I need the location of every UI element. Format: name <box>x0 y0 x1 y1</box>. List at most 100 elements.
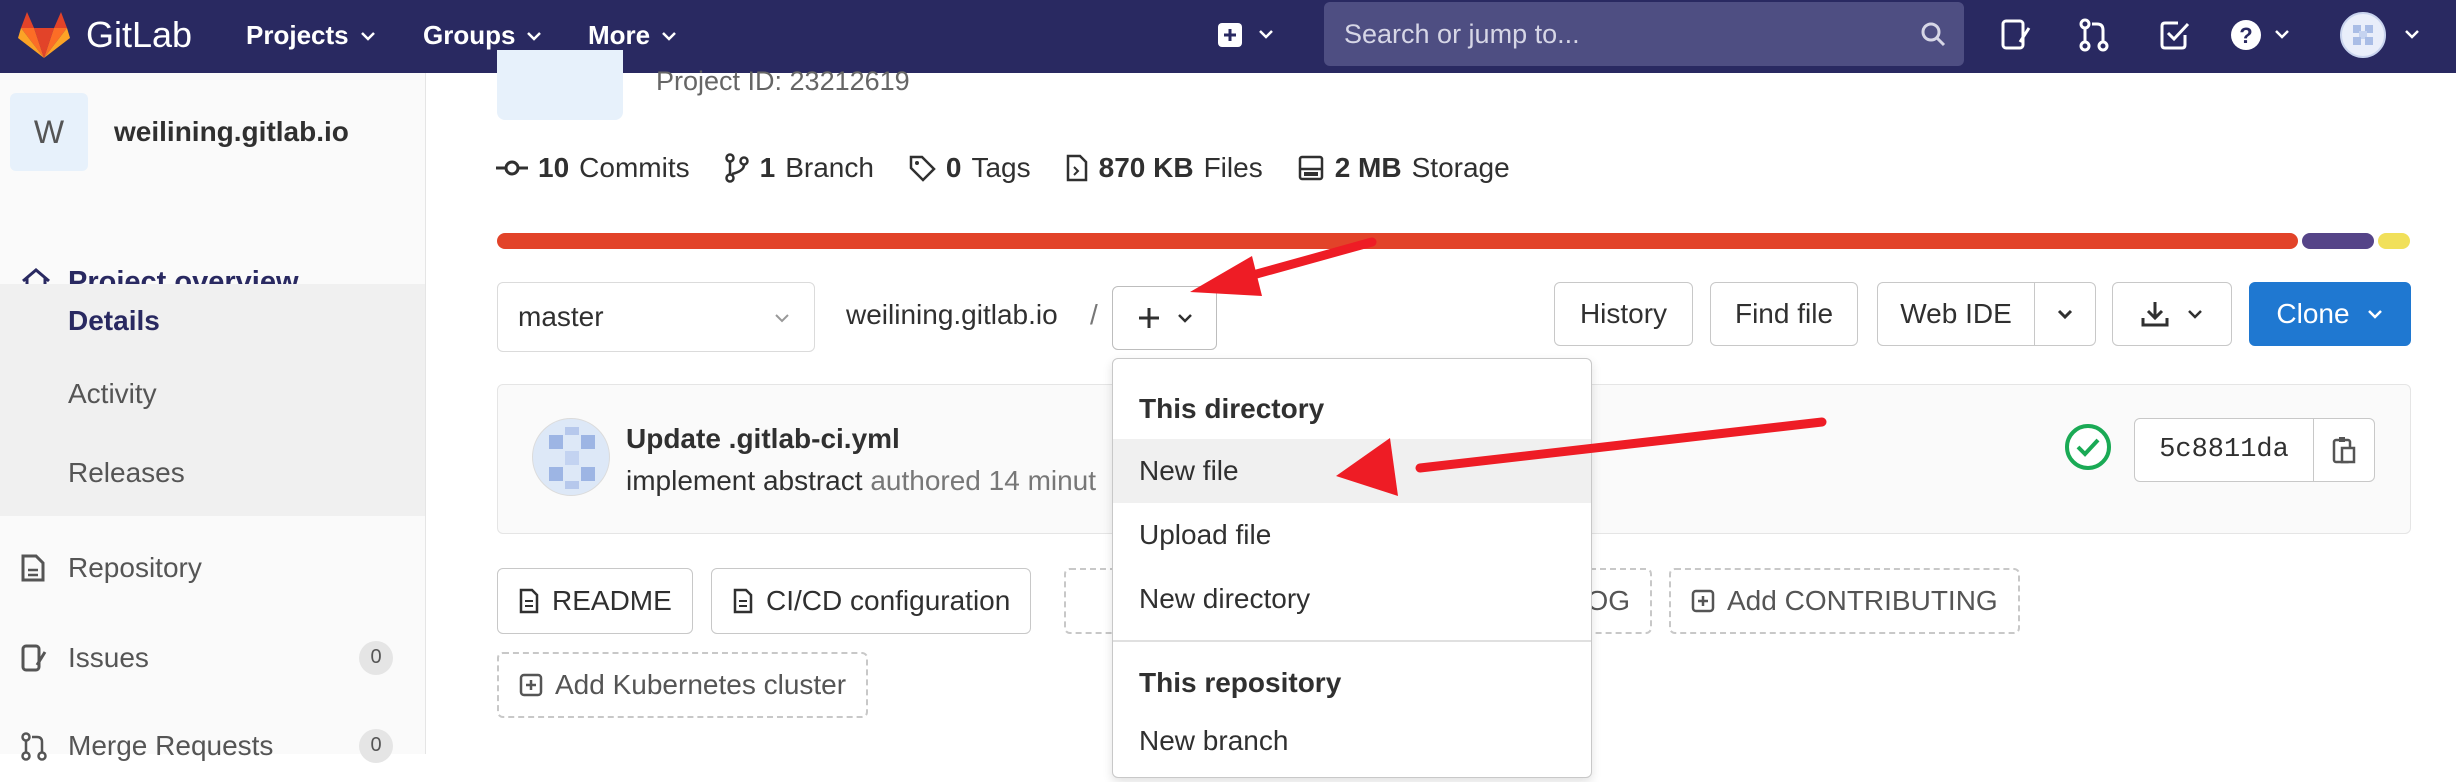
pipeline-passed-icon[interactable] <box>2063 422 2113 472</box>
chevron-down-icon <box>2188 310 2202 319</box>
search-icon <box>1921 22 1946 47</box>
readme-button-label: README <box>552 585 672 616</box>
sidebar-item-details[interactable]: Details <box>0 284 425 357</box>
stat-label: Tags <box>971 152 1031 183</box>
commit-author[interactable]: implement abstract <box>626 465 863 496</box>
download-icon <box>2141 302 2169 327</box>
sidebar-item-merge-requests[interactable]: Merge Requests 0 <box>0 709 425 782</box>
sidebar-item-activity[interactable]: Activity <box>0 357 425 430</box>
merge-request-icon[interactable] <box>2078 18 2110 52</box>
dropdown-header-repository: This repository <box>1139 667 1342 698</box>
add-to-tree-dropdown: This directory New file Upload file New … <box>1112 358 1592 778</box>
todo-icon[interactable] <box>2158 18 2192 52</box>
add-contributing-button[interactable]: Add CONTRIBUTING <box>1669 568 2020 634</box>
nav-groups[interactable]: Groups <box>423 20 543 51</box>
copy-sha-button[interactable] <box>2313 418 2375 482</box>
sidebar: W weilining.gitlab.io Project overview D… <box>0 73 426 763</box>
file-code-icon <box>1066 154 1087 182</box>
user-avatar[interactable] <box>2340 12 2436 58</box>
merge-request-icon <box>21 731 47 761</box>
stat-value: 0 <box>945 152 962 183</box>
commit-icon <box>496 160 528 176</box>
language-segment <box>2378 233 2410 249</box>
sidebar-item-releases[interactable]: Releases <box>0 430 425 516</box>
commit-title[interactable]: Update .gitlab-ci.yml <box>626 423 900 455</box>
nav-more[interactable]: More <box>588 20 678 51</box>
nav-more-label: More <box>588 20 651 50</box>
commit-sha[interactable]: 5c8811da <box>2134 418 2314 482</box>
stat-value: 870 KB <box>1098 152 1194 183</box>
chevron-down-icon <box>1177 314 1192 323</box>
merge-requests-count-badge: 0 <box>359 728 393 763</box>
chevron-down-icon <box>2367 310 2382 319</box>
commit-author-avatar[interactable] <box>532 418 610 496</box>
stat-tags[interactable]: 0 Tags <box>908 152 1031 184</box>
chevron-down-icon <box>360 31 375 41</box>
chevron-down-icon <box>662 31 677 41</box>
commit-time: authored 14 minut <box>870 465 1097 496</box>
document-icon <box>21 554 45 581</box>
new-item-dropdown[interactable] <box>1216 20 1288 50</box>
stat-value: 1 <box>759 152 776 183</box>
branch-select[interactable]: master <box>497 282 815 352</box>
chevron-down-icon <box>775 314 789 323</box>
stat-commits[interactable]: 10 Commits <box>496 152 690 184</box>
sidebar-item-repository[interactable]: Repository <box>0 531 425 604</box>
brand-name[interactable]: GitLab <box>86 14 192 56</box>
history-button[interactable]: History <box>1554 282 1693 346</box>
branch-icon <box>724 153 749 183</box>
stat-files[interactable]: 870 KB Files <box>1065 152 1263 184</box>
readme-button[interactable]: README <box>497 568 693 634</box>
dropdown-item-upload-file[interactable]: Upload file <box>1113 503 1591 567</box>
nav-groups-label: Groups <box>423 20 516 50</box>
clipboard-icon <box>2332 437 2356 464</box>
clone-button-label: Clone <box>2276 298 2350 329</box>
search-box[interactable] <box>1324 2 1964 66</box>
commit-meta: implement abstract authored 14 minut <box>626 465 1096 497</box>
web-ide-button[interactable]: Web IDE <box>1877 282 2035 346</box>
sidebar-item-label: Issues <box>68 641 149 673</box>
ci-cd-configuration-button[interactable]: CI/CD configuration <box>711 568 1032 634</box>
stat-label: Storage <box>1411 152 1510 183</box>
add-contributing-label: Add CONTRIBUTING <box>1727 585 1998 616</box>
project-stats: 10 Commits 1 Branch 0 Tags 870 KB Files … <box>496 152 1510 184</box>
breadcrumb-separator: / <box>1090 299 1098 330</box>
nav-projects-label: Projects <box>246 20 349 50</box>
repo-breadcrumb[interactable]: weilining.gitlab.io <box>846 299 1058 331</box>
dropdown-item-new-directory[interactable]: New directory <box>1113 567 1591 631</box>
repository-languages-bar <box>497 233 2411 249</box>
sidebar-item-issues[interactable]: Issues 0 <box>0 621 425 694</box>
nav-projects[interactable]: Projects <box>246 20 377 51</box>
stat-storage[interactable]: 2 MB Storage <box>1297 152 1510 184</box>
dropdown-item-new-branch[interactable]: New branch <box>1113 709 1591 773</box>
arrow-to-add-button <box>1190 237 1377 296</box>
plus-square-icon <box>1691 589 1715 613</box>
sidebar-project-name: weilining.gitlab.io <box>114 116 349 147</box>
plus-square-icon <box>519 673 543 697</box>
add-kubernetes-cluster-button[interactable]: Add Kubernetes cluster <box>497 652 869 718</box>
issues-icon[interactable] <box>2000 18 2032 52</box>
branch-select-value: master <box>518 301 604 332</box>
download-button[interactable] <box>2112 282 2232 346</box>
sidebar-item-label: Repository <box>68 551 202 583</box>
sidebar-item-label: Activity <box>68 377 157 409</box>
dropdown-item-new-file[interactable]: New file <box>1113 439 1591 503</box>
search-input[interactable] <box>1342 17 1920 51</box>
web-ide-dropdown[interactable] <box>2034 282 2096 346</box>
project-id: Project ID: 23212619 <box>656 66 910 96</box>
stat-label: Branch <box>785 152 874 183</box>
stat-value: 2 MB <box>1334 152 1402 183</box>
project-avatar: W <box>10 93 88 171</box>
chevron-down-icon <box>527 31 542 41</box>
document-icon <box>519 588 539 614</box>
dropdown-header-directory: This directory <box>1139 393 1325 424</box>
sidebar-project-header[interactable]: W weilining.gitlab.io <box>10 93 349 171</box>
help-icon[interactable]: ? <box>2230 18 2294 52</box>
plus-icon <box>1138 308 1159 328</box>
issues-icon <box>21 644 47 671</box>
gitlab-logo-icon[interactable] <box>18 10 70 60</box>
add-to-tree-button[interactable] <box>1112 286 1217 350</box>
find-file-button[interactable]: Find file <box>1710 282 1858 346</box>
clone-button[interactable]: Clone <box>2249 282 2411 346</box>
stat-branches[interactable]: 1 Branch <box>724 152 874 184</box>
